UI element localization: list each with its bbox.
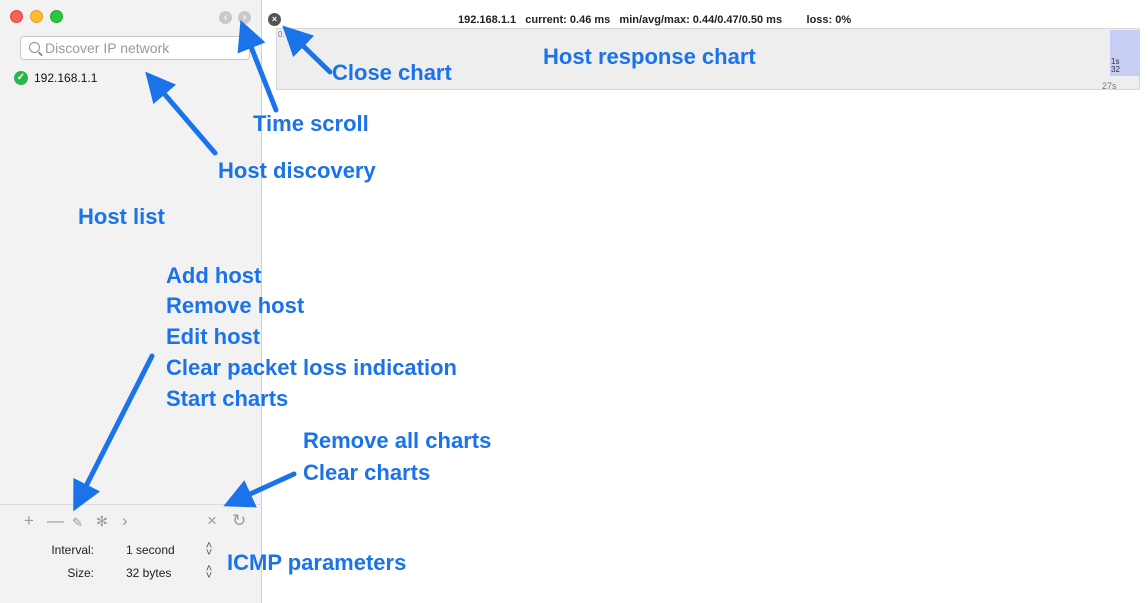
clear-packet-loss-icon[interactable]: ✻ (96, 513, 108, 530)
annotation-remove-all-charts: Remove all charts (303, 428, 492, 453)
annotation-host-discovery: Host discovery (218, 158, 376, 183)
annotation-edit-host: Edit host (166, 324, 261, 349)
remove-all-charts-icon[interactable]: × (207, 512, 217, 529)
annotation-host-response-chart: Host response chart (543, 44, 756, 69)
interval-stepper-icon[interactable]: ˄ ˅ (204, 541, 214, 559)
time-scroll-back-icon[interactable]: ‹ (219, 11, 232, 24)
host-toolbar: + — ✎ ✻ › × ↻ (0, 504, 262, 534)
annotation-clear-packet-loss: Clear packet loss indication (166, 355, 457, 380)
chart-y-label: 0. (278, 30, 285, 39)
window-zoom-icon[interactable] (50, 10, 63, 23)
time-scroll-forward-icon[interactable]: › (238, 11, 251, 24)
annotation-remove-host: Remove host (166, 293, 305, 318)
window-close-icon[interactable] (10, 10, 23, 23)
annotation-icmp-parameters: ICMP parameters (227, 550, 407, 575)
host-discovery-search-input[interactable]: Discover IP network (20, 36, 250, 60)
window-minimize-icon[interactable] (30, 10, 43, 23)
size-stepper-icon[interactable]: ˄ ˅ (204, 564, 214, 582)
annotation-close-chart: Close chart (332, 60, 452, 85)
annotation-time-scroll: Time scroll (253, 111, 369, 136)
size-value[interactable]: 32 bytes (126, 566, 171, 580)
clear-charts-icon[interactable]: ↻ (232, 512, 246, 529)
annotation-add-host: Add host (166, 263, 262, 288)
annotation-host-list: Host list (78, 204, 165, 229)
chart-bar-label: 1s 32 (1111, 57, 1120, 74)
chart-time-label: 27s (1102, 81, 1117, 91)
start-charts-icon[interactable]: › (122, 512, 128, 529)
annotation-start-charts: Start charts (166, 386, 289, 411)
host-label: 192.168.1.1 (34, 71, 98, 85)
add-host-icon[interactable]: + (24, 512, 34, 529)
search-icon (29, 42, 40, 53)
remove-host-icon[interactable]: — (47, 512, 64, 529)
search-placeholder: Discover IP network (45, 40, 170, 56)
size-label: Size: (67, 566, 94, 580)
edit-host-icon[interactable]: ✎ (72, 514, 83, 531)
annotation-clear-charts: Clear charts (303, 460, 431, 485)
interval-value[interactable]: 1 second (126, 543, 175, 557)
check-icon: ✓ (14, 71, 28, 85)
host-list-item[interactable]: ✓ 192.168.1.1 (14, 70, 97, 86)
interval-label: Interval: (51, 543, 94, 557)
chart-header: 192.168.1.1 current: 0.46 ms min/avg/max… (458, 14, 852, 26)
